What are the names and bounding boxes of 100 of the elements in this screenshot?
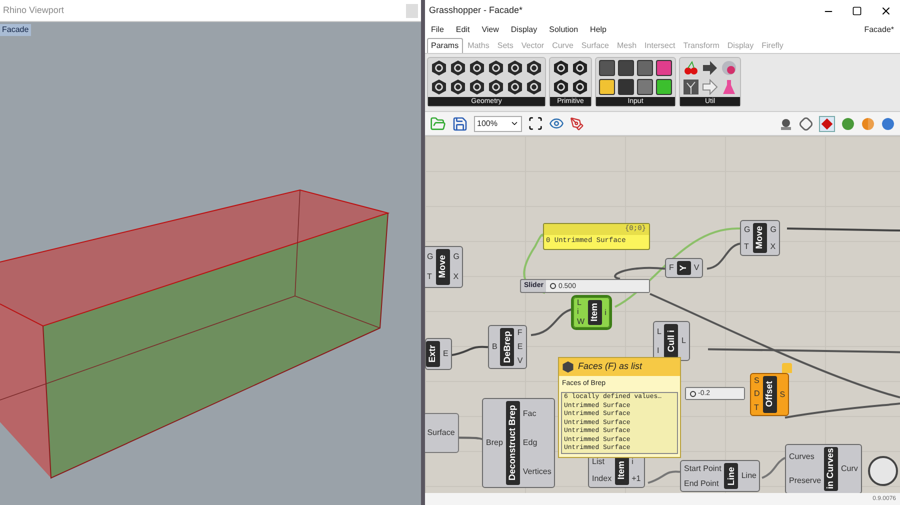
input-label: G	[427, 253, 434, 261]
arrow-icon[interactable]	[702, 79, 718, 95]
preview-icon[interactable]	[819, 116, 835, 132]
input-label: End Point	[684, 480, 720, 488]
cherry-icon[interactable]	[683, 60, 699, 76]
eye-icon[interactable]	[549, 116, 564, 131]
input-label: T	[427, 273, 433, 281]
canvas[interactable]	[425, 136, 900, 493]
sphere-icon[interactable]	[721, 60, 737, 76]
input-label: S	[754, 376, 760, 385]
zoom-extents-icon[interactable]	[528, 116, 543, 131]
maximize-icon[interactable]	[852, 6, 862, 16]
input-label: L	[577, 298, 582, 307]
open-icon[interactable]	[430, 116, 446, 132]
slider-grip-icon[interactable]	[550, 283, 556, 289]
hexagon-icon[interactable]	[507, 79, 523, 95]
input-label: Curves	[789, 453, 816, 461]
param-name: Surface	[427, 427, 455, 439]
input-label: L	[657, 328, 662, 336]
output-label: V	[694, 264, 700, 272]
hexagon-icon[interactable]	[488, 79, 504, 95]
tooltip-title: Faces (F) as list	[578, 360, 642, 373]
wire	[530, 308, 574, 336]
component-node[interactable]: F Y V	[665, 258, 704, 278]
input-label: Start Point	[684, 464, 722, 472]
slider-grip-icon[interactable]	[690, 390, 696, 396]
output-label: X	[770, 242, 776, 250]
component-name: Move	[753, 226, 766, 250]
tool-icon[interactable]	[599, 79, 615, 95]
hexagon-icon[interactable]	[572, 79, 588, 95]
hexagon-icon[interactable]	[553, 79, 569, 95]
component-name: Offset	[763, 381, 776, 408]
output-label: V	[517, 357, 523, 365]
save-icon[interactable]	[452, 116, 468, 132]
menu-item[interactable]: Help	[590, 24, 606, 36]
component-node[interactable]: Extr E	[425, 338, 452, 370]
hexagon-icon[interactable]	[450, 60, 466, 76]
output-label: E	[517, 343, 523, 351]
hexagon-icon[interactable]	[431, 79, 447, 95]
hexagon-icon[interactable]	[469, 79, 485, 95]
menu-item[interactable]: View	[482, 24, 499, 36]
tool-icon[interactable]	[656, 60, 672, 76]
output-label: S	[780, 390, 786, 398]
arrow-icon[interactable]	[702, 60, 718, 76]
dropdown-icon[interactable]	[510, 119, 519, 128]
output-label: Vertices	[522, 468, 552, 476]
hexagon-icon[interactable]	[572, 60, 588, 76]
component-name: Cull i	[664, 330, 677, 352]
output-label: Edg	[522, 438, 538, 447]
output-label: i	[604, 308, 606, 316]
component-name: Item	[614, 460, 627, 480]
zoom-field[interactable]: 100%	[474, 116, 522, 132]
hexagon-icon[interactable]	[526, 60, 542, 76]
window-title: Rhino Viewport	[3, 4, 64, 17]
hexagon-icon[interactable]	[507, 60, 523, 76]
menu-item[interactable]: Edit	[456, 24, 470, 36]
component-name: Extr	[426, 345, 438, 363]
hexagon-icon[interactable]	[488, 60, 504, 76]
input-label: Index	[592, 474, 612, 482]
input-label: F	[669, 264, 674, 272]
component-name: Deconstruct Brep	[506, 405, 518, 481]
output-label: i	[632, 458, 634, 466]
sphere-icon[interactable]	[881, 116, 895, 130]
hexagon-icon	[562, 360, 574, 373]
hexagon-icon[interactable]	[469, 60, 485, 76]
param-node[interactable]: Surface	[425, 413, 459, 453]
component-name: Y	[677, 264, 690, 271]
ribbon-tab[interactable]: Params	[427, 38, 463, 53]
close-icon[interactable]	[880, 5, 892, 17]
output-label: Curv	[841, 465, 858, 473]
input-label: i	[577, 308, 580, 316]
component-name: Item	[588, 303, 600, 322]
hexagon-icon[interactable]	[431, 60, 447, 76]
tree-icon[interactable]	[683, 79, 699, 95]
navigation-widget[interactable]	[868, 456, 898, 486]
output-label: G	[770, 226, 776, 234]
menu-item[interactable]: Display	[510, 24, 538, 36]
input-label: D	[754, 390, 760, 398]
viewport-label[interactable]: Facade	[0, 24, 31, 36]
input-label: Preserve	[789, 477, 822, 485]
output-label: Fac	[522, 410, 538, 418]
input-label: B	[492, 343, 498, 351]
input-label: T	[744, 242, 750, 250]
component-name: in Curves	[824, 448, 836, 490]
input-label: Brep	[486, 439, 503, 447]
menu-item[interactable]: File	[431, 24, 444, 36]
output-label: Line	[741, 472, 756, 480]
document-name: Facade*	[864, 24, 894, 36]
window-title: Grasshopper - Facade*	[429, 4, 523, 18]
input-label: W	[577, 318, 585, 326]
tool-icon[interactable]	[656, 79, 672, 95]
hexagon-icon[interactable]	[450, 79, 466, 95]
output-label: F	[517, 329, 523, 337]
pen-icon[interactable]	[570, 116, 584, 130]
component-name: Move	[436, 255, 448, 278]
output-label: G	[453, 253, 460, 261]
output-label: X	[453, 273, 460, 281]
hexagon-icon[interactable]	[553, 60, 569, 76]
hexagon-icon[interactable]	[526, 79, 542, 95]
menu-item[interactable]: Solution	[549, 24, 578, 36]
